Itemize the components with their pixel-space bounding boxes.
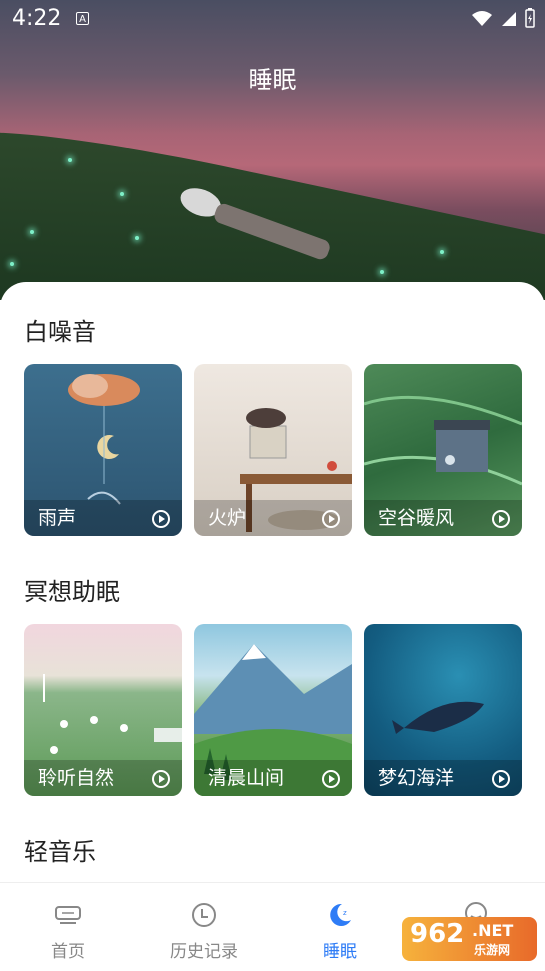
card-morning-mountain[interactable]: 清晨山间 bbox=[194, 624, 352, 796]
status-time: 4:22 bbox=[12, 6, 62, 31]
battery-icon bbox=[525, 8, 535, 28]
sparkle bbox=[10, 262, 14, 266]
tab-label: 睡眠 bbox=[323, 942, 357, 962]
watermark-logo: 962 .NET 乐游网 bbox=[402, 917, 537, 961]
notification-a-icon: A bbox=[76, 12, 89, 25]
play-icon[interactable] bbox=[492, 510, 510, 528]
page-title: 睡眠 bbox=[248, 66, 297, 94]
play-icon[interactable] bbox=[152, 510, 170, 528]
sparkle bbox=[135, 236, 139, 240]
system-icons bbox=[471, 8, 535, 28]
sparkle bbox=[30, 230, 34, 234]
play-icon[interactable] bbox=[492, 770, 510, 788]
home-icon bbox=[55, 906, 81, 924]
card-listen-nature[interactable]: 聆听自然 bbox=[24, 624, 182, 796]
sparkle bbox=[380, 270, 384, 274]
section-title-meditation: 冥想助眠 bbox=[24, 578, 120, 606]
svg-text:z: z bbox=[343, 909, 347, 917]
card-label: 空谷暖风 bbox=[378, 507, 455, 529]
card-valley-wind[interactable]: 空谷暖风 bbox=[364, 364, 522, 536]
card-dream-ocean[interactable]: 梦幻海洋 bbox=[364, 624, 522, 796]
clock-icon bbox=[192, 903, 216, 927]
tab-sleep[interactable]: z 睡眠 bbox=[285, 883, 395, 971]
section-title-light-music: 轻音乐 bbox=[24, 838, 96, 866]
tab-label: 历史记录 bbox=[170, 942, 238, 962]
card-rain[interactable]: 雨声 bbox=[24, 364, 182, 536]
card-label: 清晨山间 bbox=[208, 767, 285, 789]
signal-icon bbox=[502, 12, 516, 26]
hillside bbox=[0, 110, 545, 300]
card-label: 梦幻海洋 bbox=[378, 767, 455, 789]
status-bar: 4:22 A bbox=[0, 0, 545, 38]
card-label: 火炉 bbox=[208, 507, 247, 529]
sparkle bbox=[68, 158, 72, 162]
play-icon[interactable] bbox=[322, 770, 340, 788]
wifi-icon bbox=[472, 11, 492, 26]
card-label: 聆听自然 bbox=[38, 767, 115, 789]
card-stove[interactable]: 火炉 bbox=[194, 364, 352, 536]
watermark-net: .NET bbox=[472, 921, 514, 940]
bottom-tab-bar: 首页 历史记录 z 睡眠 962 .NET 乐游网 bbox=[0, 882, 545, 971]
watermark-number: 962 bbox=[410, 919, 465, 949]
content-sheet[interactable]: 白噪音 雨声 火炉 空谷暖风 冥想助眠 聆听自然 清晨山间 梦幻海洋 轻音乐 bbox=[0, 282, 545, 882]
tab-history[interactable]: 历史记录 bbox=[149, 883, 259, 971]
hero-banner: 4:22 A 睡眠 bbox=[0, 0, 545, 300]
play-icon[interactable] bbox=[152, 770, 170, 788]
watermark-sub: 乐游网 bbox=[474, 943, 511, 957]
tab-home[interactable]: 首页 bbox=[13, 883, 123, 971]
sparkle bbox=[120, 192, 124, 196]
card-label: 雨声 bbox=[38, 507, 77, 529]
section-title-white-noise: 白噪音 bbox=[24, 318, 96, 346]
moon-icon: z bbox=[330, 903, 351, 926]
play-icon[interactable] bbox=[322, 510, 340, 528]
sparkle bbox=[440, 250, 444, 254]
tab-label: 首页 bbox=[51, 942, 85, 962]
